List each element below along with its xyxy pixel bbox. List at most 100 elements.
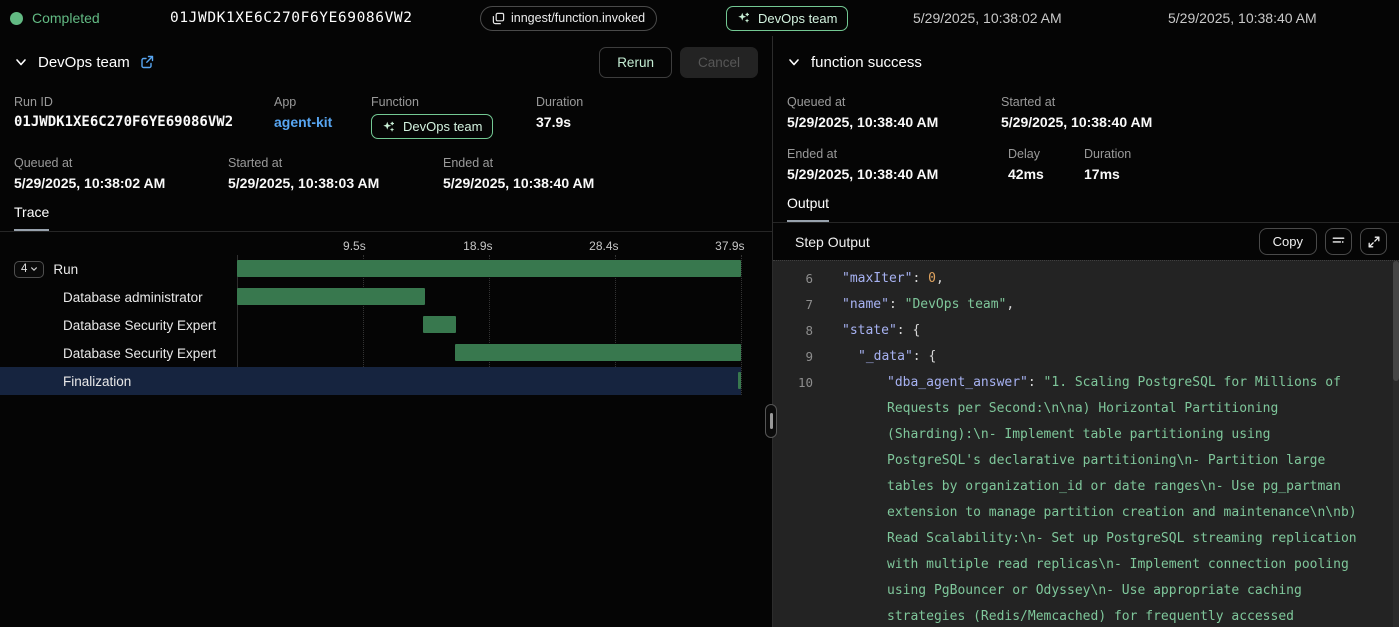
top-bar: Completed 01JWDK1XE6C270F6YE69086VW2 inn…	[0, 0, 1399, 36]
top-end-timestamp: 5/29/2025, 10:38:40 AM	[1168, 0, 1317, 36]
code-line: 8"state": {	[773, 318, 1399, 344]
function-label: Function	[371, 95, 536, 109]
tab-output[interactable]: Output	[787, 195, 829, 222]
step-title: function success	[811, 54, 922, 71]
function-badge[interactable]: DevOps team	[371, 114, 493, 139]
axis-tick-label: 9.5s	[343, 239, 366, 253]
step-ended-value: 5/29/2025, 10:38:40 AM	[787, 166, 1008, 182]
step-meta-row-1: Queued at 5/29/2025, 10:38:40 AM Started…	[773, 95, 1399, 130]
app-link[interactable]: agent-kit	[274, 114, 332, 130]
event-badge[interactable]: inngest/function.invoked	[480, 0, 657, 36]
event-icon	[492, 12, 505, 25]
step-details-panel: function success Queued at 5/29/2025, 10…	[773, 36, 1399, 627]
trace-row[interactable]: 4 Run	[0, 255, 741, 283]
trace-row[interactable]: Database Security Expert	[0, 311, 741, 339]
step-ended-field: Ended at 5/29/2025, 10:38:40 AM	[787, 147, 1008, 182]
trace-row-label: Finalization	[63, 374, 131, 389]
panel-divider	[772, 36, 773, 627]
trace-span-bar[interactable]	[423, 316, 456, 333]
word-wrap-icon	[1331, 234, 1346, 249]
step-delay-value: 42ms	[1008, 166, 1084, 182]
status-dot-icon	[10, 12, 23, 25]
chevron-down-icon[interactable]	[787, 55, 801, 69]
code-viewer[interactable]: 6"maxIter": 0,7"name": "DevOps team",8"s…	[773, 260, 1399, 627]
axis-tick-label: 37.9s	[715, 239, 744, 253]
step-ended-label: Ended at	[787, 147, 1008, 161]
step-header: function success	[773, 46, 1399, 78]
axis-tick-label: 28.4s	[589, 239, 618, 253]
line-number: 8	[773, 318, 813, 344]
run-meta-row-1: Run ID 01JWDK1XE6C270F6YE69086VW2 App ag…	[0, 95, 772, 139]
step-meta-row-2: Ended at 5/29/2025, 10:38:40 AM Delay 42…	[773, 147, 1399, 182]
step-delay-label: Delay	[1008, 147, 1084, 161]
cancel-button[interactable]: Cancel	[680, 47, 758, 78]
sparkle-icon	[382, 120, 396, 134]
run-id-field: Run ID 01JWDK1XE6C270F6YE69086VW2	[14, 95, 274, 139]
step-started-field: Started at 5/29/2025, 10:38:40 AM	[1001, 95, 1152, 130]
step-queued-label: Queued at	[787, 95, 1001, 109]
step-output-bar: Step Output Copy	[773, 223, 1399, 260]
step-delay-field: Delay 42ms	[1008, 147, 1084, 182]
app-field: App agent-kit	[274, 95, 371, 139]
function-badge-label: DevOps team	[403, 119, 482, 134]
step-output-title: Step Output	[795, 234, 870, 250]
trace-row-label: Database administrator	[63, 290, 203, 305]
run-details-panel: DevOps team Rerun Cancel Run ID 01JWDK1X…	[0, 36, 772, 627]
step-queued-value: 5/29/2025, 10:38:40 AM	[787, 114, 1001, 130]
code-line: 6"maxIter": 0,	[773, 266, 1399, 292]
step-duration-field: Duration 17ms	[1084, 147, 1131, 182]
duration-value: 37.9s	[536, 114, 583, 130]
trace-span-bar[interactable]	[237, 260, 741, 277]
started-at-value: 5/29/2025, 10:38:03 AM	[228, 175, 443, 191]
row-expander-button[interactable]: 4	[14, 261, 44, 278]
run-meta-row-2: Queued at 5/29/2025, 10:38:02 AM Started…	[0, 156, 772, 191]
step-duration-value: 17ms	[1084, 166, 1131, 182]
queued-at-field: Queued at 5/29/2025, 10:38:02 AM	[14, 156, 228, 191]
copy-button[interactable]: Copy	[1259, 228, 1317, 255]
trace-row[interactable]: Database administrator	[0, 283, 741, 311]
panel-resize-handle[interactable]	[765, 404, 777, 438]
trace-span-bar[interactable]	[237, 288, 425, 305]
function-badge-top[interactable]: DevOps team	[726, 0, 848, 36]
run-id-label: Run ID	[14, 95, 274, 109]
line-number: 9	[773, 344, 813, 370]
step-queued-field: Queued at 5/29/2025, 10:38:40 AM	[787, 95, 1001, 130]
trace-span-bar[interactable]	[738, 372, 741, 389]
trace-row[interactable]: Finalization	[0, 367, 741, 395]
left-tabs: Trace	[0, 204, 772, 232]
axis-tick-label: 18.9s	[463, 239, 492, 253]
code-line: 10"dba_agent_answer": "1. Scaling Postgr…	[773, 370, 1399, 627]
expand-icon	[1367, 235, 1381, 249]
function-badge-label: DevOps team	[758, 11, 837, 26]
external-link-icon[interactable]	[140, 55, 154, 69]
expand-button[interactable]	[1360, 228, 1387, 255]
ended-at-value: 5/29/2025, 10:38:40 AM	[443, 175, 594, 191]
trace-rows: 4 Run Database administrator Database Secur…	[0, 255, 772, 395]
code-lines: 6"maxIter": 0,7"name": "DevOps team",8"s…	[773, 266, 1399, 627]
queued-at-value: 5/29/2025, 10:38:02 AM	[14, 175, 228, 191]
word-wrap-button[interactable]	[1325, 228, 1352, 255]
function-field: Function DevOps team	[371, 95, 536, 139]
run-header: DevOps team Rerun Cancel	[0, 46, 772, 78]
run-status: Completed	[10, 0, 100, 36]
ended-at-field: Ended at 5/29/2025, 10:38:40 AM	[443, 156, 594, 191]
app-label: App	[274, 95, 371, 109]
sparkle-icon	[737, 11, 751, 25]
line-number: 7	[773, 292, 813, 318]
tab-trace[interactable]: Trace	[14, 204, 49, 231]
top-run-id: 01JWDK1XE6C270F6YE69086VW2	[170, 0, 413, 36]
duration-label: Duration	[536, 95, 583, 109]
trace-row[interactable]: Database Security Expert	[0, 339, 741, 367]
top-start-timestamp: 5/29/2025, 10:38:02 AM	[913, 0, 1062, 36]
rerun-button[interactable]: Rerun	[599, 47, 672, 78]
trace-axis: 9.5s 18.9s 28.4s 37.9s	[0, 237, 772, 255]
line-number: 6	[773, 266, 813, 292]
trace-row-label: Run	[53, 262, 78, 277]
timeline-gridline	[741, 255, 742, 395]
trace-chart: 9.5s 18.9s 28.4s 37.9s 4 Run Database adminis…	[0, 237, 772, 395]
started-at-field: Started at 5/29/2025, 10:38:03 AM	[228, 156, 443, 191]
code-scrollbar[interactable]	[1393, 261, 1399, 627]
chevron-down-icon[interactable]	[14, 55, 28, 69]
duration-field: Duration 37.9s	[536, 95, 583, 139]
trace-span-bar[interactable]	[455, 344, 741, 361]
